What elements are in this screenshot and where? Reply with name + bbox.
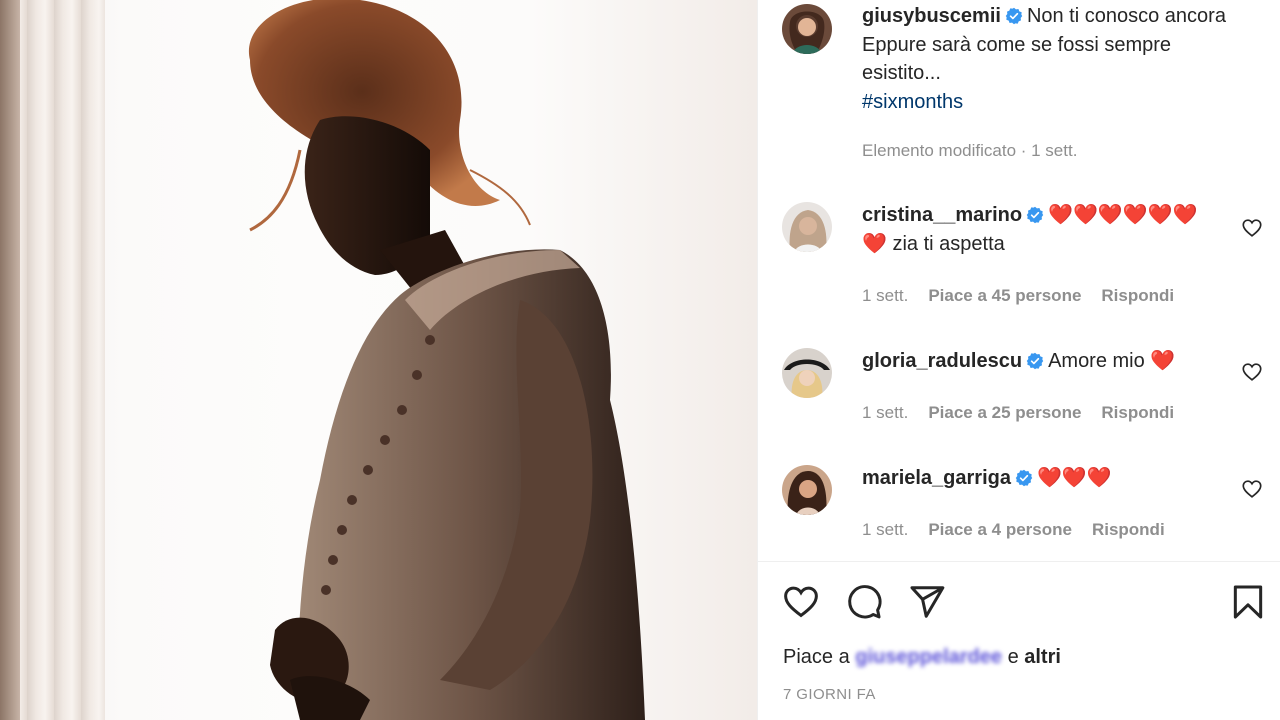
comment-meta: 1 sett. Piace a 4 persone Rispondi xyxy=(862,520,1165,540)
reply-button[interactable]: Rispondi xyxy=(1101,403,1174,423)
comment-meta: 1 sett. Piace a 45 persone Rispondi xyxy=(862,286,1174,306)
heart-small-icon[interactable] xyxy=(1241,217,1263,239)
reply-button[interactable]: Rispondi xyxy=(1092,520,1165,540)
comment-likes-link[interactable]: Piace a 45 persone xyxy=(928,286,1081,306)
avatar[interactable] xyxy=(782,202,832,252)
paper-plane-icon[interactable] xyxy=(908,583,946,621)
action-bar xyxy=(782,583,1267,621)
comment-username[interactable]: cristina__marino xyxy=(862,204,1022,226)
liker-username[interactable]: giuseppelardee xyxy=(855,646,1002,668)
verified-badge-icon xyxy=(1015,469,1033,487)
caption-line-1: Non ti conosco ancora xyxy=(1026,5,1226,27)
verified-badge-icon xyxy=(1026,206,1044,224)
comment-meta: 1 sett. Piace a 25 persone Rispondi xyxy=(862,403,1174,423)
author-username[interactable]: giusybuscemii xyxy=(862,5,1001,27)
edited-meta: Elemento modificato · 1 sett. xyxy=(862,141,1078,160)
speech-bubble-icon[interactable] xyxy=(845,583,883,621)
comment-time: 1 sett. xyxy=(862,403,909,422)
comment-username[interactable]: mariela_garriga xyxy=(862,467,1011,489)
post-photo[interactable] xyxy=(0,0,757,720)
avatar[interactable] xyxy=(782,465,832,515)
post-caption: giusybuscemii Non ti conosco ancora Eppur… xyxy=(862,2,1272,116)
verified-badge-icon xyxy=(1005,7,1023,25)
comment-time: 1 sett. xyxy=(862,520,909,539)
verified-badge-icon xyxy=(1026,352,1044,370)
comment-text: ❤️❤️❤️ xyxy=(1036,467,1112,489)
comment-time: 1 sett. xyxy=(862,286,909,305)
comment-3: mariela_garriga ❤️❤️❤️ xyxy=(862,464,1222,493)
author-avatar[interactable] xyxy=(782,4,832,54)
pregnant-woman-silhouette xyxy=(248,0,645,720)
comment-hearts: ❤️❤️❤️❤️❤️❤️ xyxy=(1048,204,1198,226)
caption-line-2: Eppure sarà come se fossi sempre xyxy=(862,33,1172,56)
comment-likes-link[interactable]: Piace a 25 persone xyxy=(928,403,1081,423)
avatar[interactable] xyxy=(782,348,832,398)
likes-others-link[interactable]: altri xyxy=(1024,646,1061,668)
comment-1: cristina__marino ❤️❤️❤️❤️❤️❤️ ❤️ zia ti a… xyxy=(862,201,1222,258)
comment-likes-link[interactable]: Piace a 4 persone xyxy=(928,520,1072,540)
post-sidebar: giusybuscemii Non ti conosco ancora Eppur… xyxy=(757,0,1280,720)
comment-username[interactable]: gloria_radulescu xyxy=(862,350,1022,372)
reply-button[interactable]: Rispondi xyxy=(1101,286,1174,306)
heart-outline-icon[interactable] xyxy=(782,583,820,621)
likes-suffix: e xyxy=(1007,646,1019,668)
bookmark-icon[interactable] xyxy=(1229,583,1267,621)
comment-text: Amore mio ❤️ xyxy=(1048,350,1176,372)
likes-prefix: Piace a xyxy=(783,646,850,668)
hashtag-link[interactable]: #sixmonths xyxy=(862,91,963,113)
heart-small-icon[interactable] xyxy=(1241,478,1263,500)
post-date[interactable]: 7 GIORNI FA xyxy=(783,686,876,703)
caption-line-3: esistito... xyxy=(862,62,941,84)
comment-text: ❤️ zia ti aspetta xyxy=(862,232,1005,255)
comment-2: gloria_radulescu Amore mio ❤️ xyxy=(862,347,1222,376)
likes-summary: Piace a giuseppelardee e altri xyxy=(783,646,1061,669)
divider xyxy=(758,561,1280,562)
heart-small-icon[interactable] xyxy=(1241,361,1263,383)
